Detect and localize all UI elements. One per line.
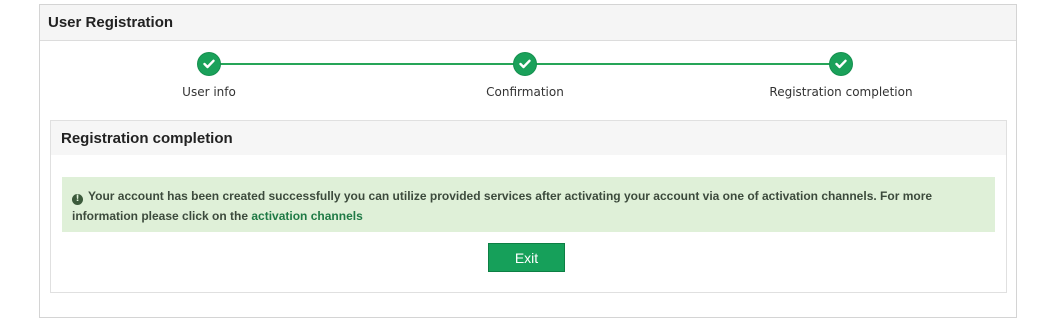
step-registration-completion: Registration completion	[741, 53, 941, 99]
panel-title: User Registration	[40, 5, 1016, 41]
step-confirmation: Confirmation	[425, 53, 625, 99]
step-label: Registration completion	[769, 85, 913, 99]
check-icon	[514, 53, 536, 75]
progress-stepper: User info Confirmation Registration comp…	[40, 41, 1016, 121]
check-icon	[198, 53, 220, 75]
completion-card: Registration completion ! Your account ha…	[50, 120, 1007, 293]
check-icon	[830, 53, 852, 75]
completion-title: Registration completion	[51, 121, 1006, 155]
alert-message: Your account has been created successful…	[72, 189, 933, 223]
step-label: User info	[182, 85, 236, 99]
success-alert: ! Your account has been created successfu…	[62, 177, 995, 232]
step-label: Confirmation	[486, 85, 564, 99]
registration-panel: User Registration User info Confirmation…	[39, 4, 1017, 318]
step-user-info: User info	[109, 53, 309, 99]
exit-button[interactable]: Exit	[488, 243, 565, 272]
info-circle-icon: !	[72, 194, 83, 205]
activation-channels-link[interactable]: activation channels	[251, 209, 362, 223]
